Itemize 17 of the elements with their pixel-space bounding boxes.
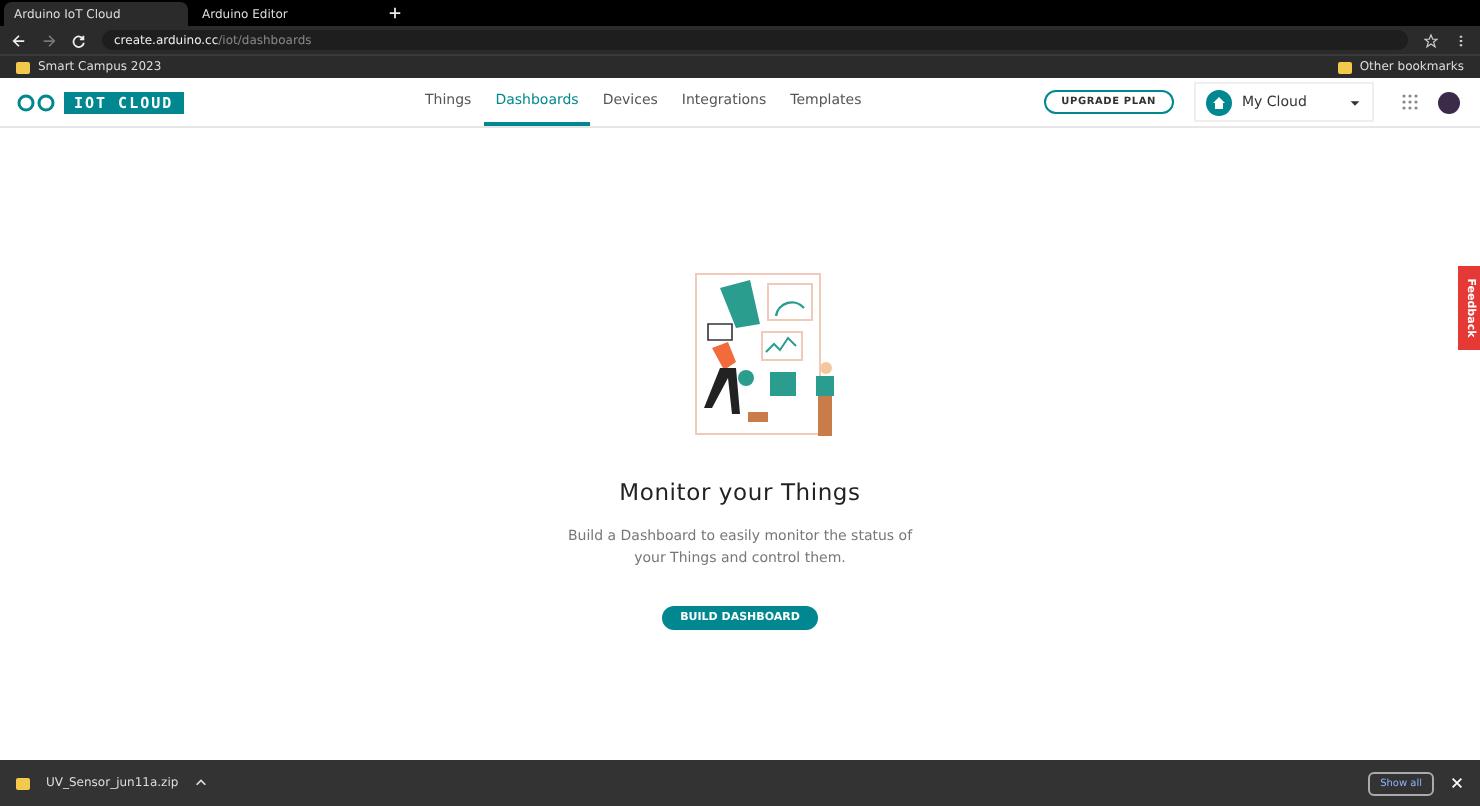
folder-icon	[16, 61, 30, 73]
reload-icon[interactable]	[72, 33, 86, 47]
caret-icon	[1348, 95, 1362, 109]
chevron-up-icon[interactable]	[194, 776, 209, 790]
close-icon[interactable]	[1450, 776, 1464, 790]
avatar-icon[interactable]	[1438, 91, 1460, 113]
infinity-logo-icon	[16, 93, 56, 111]
star-icon[interactable]	[1424, 33, 1438, 47]
empty-state-title: Monitor your Things	[619, 478, 861, 506]
home-icon	[1206, 89, 1232, 115]
folder-icon	[1337, 61, 1352, 73]
new-tab-icon[interactable]	[388, 6, 402, 20]
apps-grid-icon[interactable]	[1402, 94, 1418, 110]
file-icon	[16, 777, 30, 789]
back-icon[interactable]	[12, 33, 26, 47]
forward-icon[interactable]	[42, 33, 56, 47]
menu-icon[interactable]	[1454, 33, 1468, 47]
